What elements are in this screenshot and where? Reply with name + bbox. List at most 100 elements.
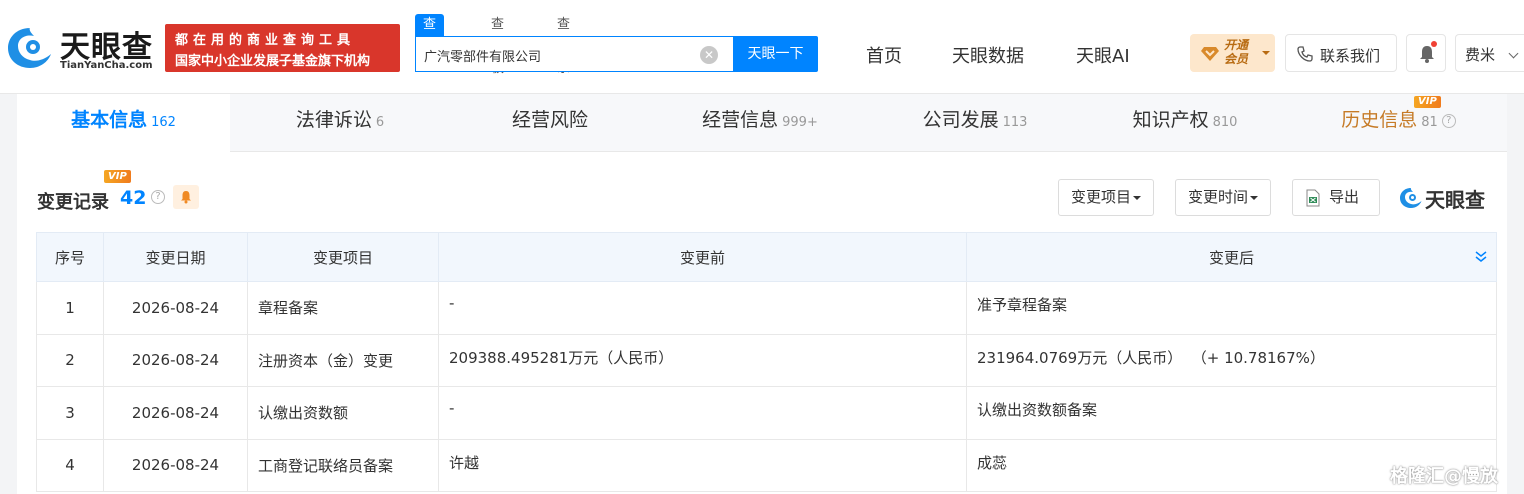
tab-development[interactable]: 公司发展 113 <box>870 94 1080 152</box>
cell-item: 章程备案 <box>247 281 439 335</box>
table-header-row: 序号 变更日期 变更项目 变更前 变更后 <box>36 232 1497 282</box>
vip-label: 开通 会员 <box>1224 38 1249 66</box>
user-name: 费米 <box>1465 46 1496 64</box>
caret-down-icon <box>1133 195 1142 200</box>
nav-ai[interactable]: 天眼AI <box>1076 42 1130 68</box>
search-button[interactable]: 天眼一下 <box>733 36 818 72</box>
bell-icon <box>1420 46 1434 63</box>
logo-eye-icon <box>8 28 51 68</box>
filter-time-label: 变更时间 <box>1188 188 1249 206</box>
bell-icon <box>181 191 191 204</box>
tab-label: 经营风险 <box>511 109 588 131</box>
diamond-icon <box>1201 47 1219 61</box>
tab-history[interactable]: VIP 历史信息 81? <box>1290 94 1507 152</box>
filter-item-dropdown[interactable]: 变更项目 <box>1058 179 1155 216</box>
tab-label: 法律诉讼 <box>295 109 372 131</box>
col-header-item: 变更项目 <box>247 232 439 282</box>
nav-home[interactable]: 首页 <box>866 42 902 68</box>
caret-down-icon <box>1250 195 1259 200</box>
tab-count: 999+ <box>782 115 818 130</box>
top-header: 天眼查 TianYanCha.com 都在用的商业查询工具 国家中小企业发展子基… <box>0 0 1524 94</box>
tab-count: 81 <box>1421 115 1438 130</box>
cell-no: 1 <box>36 281 104 335</box>
cell-after: 认缴出资数额备案 <box>966 386 1497 440</box>
cell-before: 209388.495281万元（人民币） <box>438 333 967 387</box>
cell-before: - <box>438 386 967 440</box>
vip-badge: VIP <box>104 170 131 183</box>
section-title: 变更记录 <box>37 192 109 213</box>
col-header-after-label: 变更后 <box>1208 248 1254 267</box>
tab-label: 历史信息 <box>1341 109 1418 131</box>
col-header-before: 变更前 <box>438 232 967 282</box>
double-chevron-down-icon[interactable] <box>1474 249 1488 263</box>
notification-dot <box>1431 41 1437 47</box>
excel-icon <box>1306 189 1320 206</box>
table-row: 2 2026-08-24 注册资本（金）变更 209388.495281万元（人… <box>36 333 1497 387</box>
tab-risk[interactable]: 经营风险 <box>450 94 650 152</box>
promo-line2: 国家中小企业发展子基金旗下机构 <box>175 54 371 69</box>
contact-button[interactable]: 联系我们 <box>1285 34 1397 72</box>
search-tab-company[interactable]: 查公司 <box>415 14 445 76</box>
table-row: 1 2026-08-24 章程备案 - 准予章程备案 <box>36 281 1497 335</box>
user-menu[interactable]: 费米 <box>1455 34 1524 72</box>
change-records-table: 序号 变更日期 变更项目 变更前 变更后 1 2026-08-24 章程备案 -… <box>36 232 1497 492</box>
monitor-button[interactable] <box>173 185 199 209</box>
cell-before: 许越 <box>438 438 967 492</box>
promo-banner[interactable]: 都在用的商业查询工具 国家中小企业发展子基金旗下机构 <box>165 24 400 72</box>
tab-basic-info[interactable]: 基本信息 162 <box>17 94 230 152</box>
tab-label: 公司发展 <box>922 109 999 131</box>
cell-item: 认缴出资数额 <box>247 386 439 440</box>
cell-date: 2026-08-24 <box>103 333 248 387</box>
clear-icon[interactable]: ✕ <box>700 46 718 64</box>
detail-tabs: 基本信息 162 法律诉讼 6 经营风险 经营信息 999+ 公司发展 113 知识产权… <box>17 94 1507 152</box>
tab-legal[interactable]: 法律诉讼 6 <box>230 94 450 152</box>
cell-item: 注册资本（金）变更 <box>247 333 439 387</box>
vip-badge: VIP <box>1414 96 1441 108</box>
vip-open-button[interactable]: 开通 会员 <box>1190 34 1275 72</box>
notification-button[interactable] <box>1406 34 1446 72</box>
cell-date: 2026-08-24 <box>103 438 248 492</box>
image-watermark: 格隆汇@慢放 <box>1390 466 1498 487</box>
col-header-no: 序号 <box>36 232 104 282</box>
change-records-card: VIP 变更记录 42 ? 变更项目 变更时间 导出 天眼查 序号 变更日期 变… <box>17 152 1507 494</box>
export-button[interactable]: 导出 <box>1292 179 1380 216</box>
table-row: 4 2026-08-24 工商登记联络员备案 许越 成蕊 <box>36 438 1497 492</box>
site-logo[interactable]: 天眼查 TianYanCha.com <box>6 20 158 76</box>
export-label: 导出 <box>1329 188 1360 206</box>
tab-label: 知识产权 <box>1132 109 1209 131</box>
tab-operation[interactable]: 经营信息 999+ <box>650 94 870 152</box>
search-tab-boss[interactable]: 查老板 <box>483 14 512 76</box>
tab-count: 6 <box>375 115 385 130</box>
cell-before: - <box>438 281 967 335</box>
help-icon[interactable]: ? <box>151 190 165 204</box>
tab-count: 810 <box>1212 115 1238 130</box>
tab-ip[interactable]: 知识产权 810 <box>1080 94 1290 152</box>
cell-no: 4 <box>36 438 104 492</box>
cell-no: 3 <box>36 386 104 440</box>
chevron-down-icon <box>1508 48 1519 59</box>
section-count: 42 <box>120 187 147 209</box>
cell-date: 2026-08-24 <box>103 386 248 440</box>
help-icon[interactable]: ? <box>1441 113 1456 128</box>
search-input[interactable] <box>424 45 694 65</box>
brand-text: 天眼查 <box>1425 188 1485 212</box>
cell-no: 2 <box>36 333 104 387</box>
tab-count: 162 <box>151 115 176 130</box>
logo-eye-icon <box>1400 188 1422 208</box>
caret-down-icon <box>1262 51 1270 55</box>
logo-url: TianYanCha.com <box>60 60 153 71</box>
tab-label: 基本信息 <box>71 109 148 131</box>
table-row: 3 2026-08-24 认缴出资数额 - 认缴出资数额备案 <box>36 386 1497 440</box>
cell-date: 2026-08-24 <box>103 281 248 335</box>
col-header-after: 变更后 <box>966 232 1497 282</box>
cell-item: 工商登记联络员备案 <box>247 438 439 492</box>
phone-icon <box>1297 46 1313 62</box>
contact-label: 联系我们 <box>1320 47 1381 65</box>
nav-data[interactable]: 天眼数据 <box>952 42 1024 68</box>
col-header-date: 变更日期 <box>103 232 248 282</box>
cell-after: 231964.0769万元（人民币） （+ 10.78167%） <box>966 333 1497 387</box>
promo-line1: 都在用的商业查询工具 <box>175 33 356 48</box>
search-tab-relation[interactable]: 查关系 <box>549 14 578 76</box>
filter-item-label: 变更项目 <box>1071 188 1132 206</box>
filter-time-dropdown[interactable]: 变更时间 <box>1175 179 1272 216</box>
